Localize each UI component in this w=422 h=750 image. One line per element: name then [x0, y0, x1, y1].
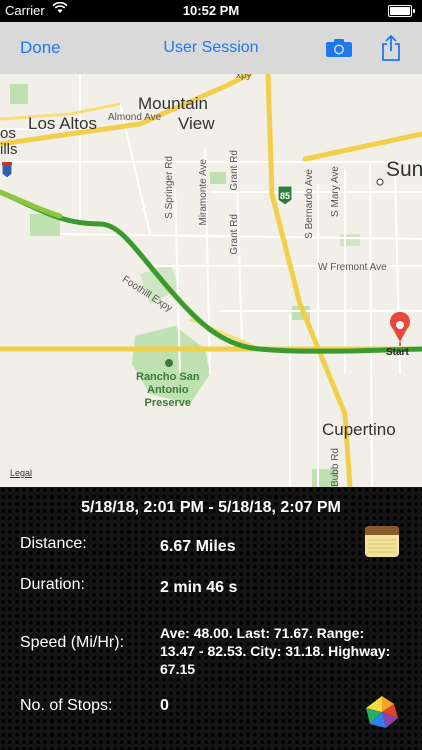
park-label-line1: Rancho San [136, 371, 200, 383]
distance-label: Distance: [20, 535, 87, 552]
street-springer: S Springer Rd [164, 156, 175, 219]
camera-icon[interactable] [325, 38, 353, 63]
route-map[interactable]: Los Altos Mountain View Sun Cupertino os… [0, 74, 422, 487]
street-miramonte: Miramonte Ave [198, 159, 209, 226]
distance-value: 6.67 Miles [160, 538, 236, 555]
city-mountain-view-line2: View [178, 114, 215, 133]
legal-link[interactable]: Legal [10, 468, 32, 478]
city-cupertino: Cupertino [322, 420, 396, 439]
notes-icon[interactable] [364, 524, 400, 563]
city-sunnyvale: Sun [386, 158, 422, 181]
navigation-bar: Done User Session [0, 22, 422, 75]
city-mountain-view-line1: Mountain [138, 94, 208, 113]
status-bar: Carrier 10:52 PM [0, 0, 422, 22]
battery-icon [388, 5, 415, 17]
street-mary: S Mary Ave [330, 166, 341, 217]
session-time-range: 5/18/18, 2:01 PM - 5/18/18, 2:07 PM [81, 499, 341, 516]
stops-label: No. of Stops: [20, 697, 113, 714]
street-bernardo: S Bernardo Ave [304, 169, 315, 239]
speed-value: Ave: 48.00. Last: 71.67. Range: 13.47 - … [160, 625, 391, 677]
status-time: 10:52 PM [182, 3, 240, 18]
duration-label: Duration: [20, 576, 85, 593]
session-info-panel: 5/18/18, 2:01 PM - 5/18/18, 2:07 PM Dist… [0, 487, 422, 750]
park-label-line2: Antonio [147, 384, 189, 396]
street-grant-rd-lower: Grant Rd [229, 214, 240, 255]
street-expy: xpy [236, 74, 252, 81]
map-pin-icon[interactable] [390, 311, 410, 346]
hwy-85-shield-label: 85 [280, 191, 291, 201]
city-los-altos: Los Altos [28, 114, 97, 133]
duration-value: 2 min 46 s [160, 579, 238, 596]
photos-icon[interactable] [364, 694, 400, 735]
city-los-altos-hills: os ills [0, 125, 18, 158]
street-almond: Almond Ave [108, 112, 162, 123]
street-grant-rd-upper: Grant Rd [229, 150, 240, 191]
park-label: Rancho San Antonio Preserve [136, 371, 200, 410]
nav-title: User Session [163, 39, 259, 56]
stops-value: 0 [160, 697, 169, 714]
park-label-line3: Preserve [144, 397, 192, 409]
street-bubb: Bubb Rd [330, 448, 341, 487]
speed-label: Speed (Mi/Hr): [20, 634, 125, 651]
street-fremont: W Fremont Ave [318, 262, 387, 273]
start-label: Start [386, 347, 409, 358]
share-icon[interactable] [380, 34, 402, 67]
